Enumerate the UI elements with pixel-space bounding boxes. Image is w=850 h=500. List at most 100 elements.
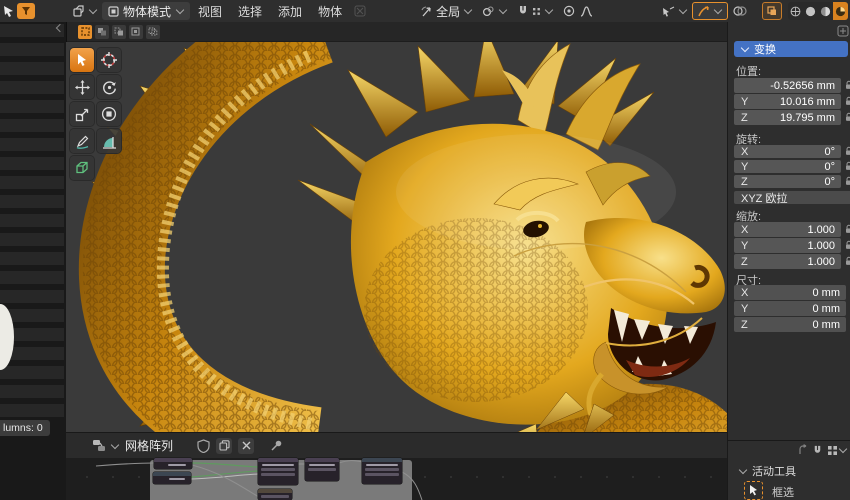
rotation-z-field[interactable]: Z 0° — [734, 175, 841, 188]
pin-icon[interactable] — [270, 439, 283, 452]
location-y-field[interactable]: Y 10.016 mm — [734, 94, 841, 109]
tool-annotate[interactable] — [70, 129, 94, 153]
rotation-mode-dropdown[interactable]: XYZ 欧拉 — [734, 191, 850, 205]
selectability-dropdown[interactable] — [657, 1, 692, 21]
menu-select[interactable]: 选择 — [230, 3, 270, 20]
add-cube-icon — [76, 161, 88, 174]
axis-label: Y — [741, 302, 749, 315]
left-panel-strip[interactable]: lumns: 0 — [0, 22, 67, 500]
shading-solid-button[interactable] — [803, 2, 818, 20]
select-mode-extend-button[interactable] — [95, 24, 109, 39]
back-arrow-icon[interactable] — [796, 444, 808, 456]
scale-icon — [75, 108, 88, 121]
menu-object[interactable]: 物体 — [310, 3, 350, 20]
lock-icon[interactable] — [845, 176, 850, 186]
rotation-y-value: 0° — [824, 160, 835, 173]
node-tree-name[interactable]: 网格阵列 — [125, 437, 173, 454]
pivot-point-dropdown[interactable] — [477, 1, 512, 21]
node-box[interactable] — [258, 489, 292, 500]
tool-move[interactable] — [70, 75, 94, 99]
panel-options-dropdown[interactable] — [827, 444, 848, 456]
location-z-field[interactable]: Z 19.795 mm — [734, 110, 841, 125]
lock-icon[interactable] — [845, 146, 850, 156]
select-mode-subtract-button[interactable] — [112, 24, 126, 39]
dimensions-x-field[interactable]: X 0 mm — [734, 285, 846, 300]
tool-select-box[interactable] — [70, 48, 94, 72]
dimensions-z-field[interactable]: Z 0 mm — [734, 317, 846, 332]
transform-panel-header[interactable]: 变换 — [734, 41, 848, 57]
editor-type-icon — [73, 4, 84, 17]
select-mode-set-button[interactable] — [78, 24, 92, 39]
chevron-down-icon — [838, 444, 848, 454]
lock-icon[interactable] — [845, 256, 850, 266]
columns-status: lumns: 0 — [0, 420, 50, 436]
lock-icon[interactable] — [845, 240, 850, 250]
location-z-value: 19.795 mm — [779, 111, 835, 124]
sidebar-tab-icon[interactable] — [837, 25, 849, 37]
viewport-3d[interactable] — [66, 42, 727, 432]
scale-y-value: 1.000 — [807, 239, 835, 252]
chevron-down-icon — [88, 5, 98, 15]
tool-transform[interactable] — [97, 102, 121, 126]
tool-cursor[interactable] — [97, 48, 121, 72]
rotation-x-field[interactable]: X 0° — [734, 145, 841, 158]
active-tool-panel: 活动工具 框选 — [727, 440, 850, 500]
node-editor-type-button[interactable] — [92, 436, 120, 456]
snap-magnet-icon[interactable] — [812, 445, 823, 456]
tool-rotate[interactable] — [97, 75, 121, 99]
menu-view[interactable]: 视图 — [190, 3, 230, 20]
overlays-icon — [733, 6, 747, 16]
dimensions-x-value: 0 mm — [812, 286, 841, 299]
gizmo-dim-icon — [354, 5, 366, 17]
scale-y-field[interactable]: Y 1.000 — [734, 238, 841, 253]
proportional-editing-button[interactable] — [558, 1, 580, 21]
active-tool-thumbnail[interactable] — [744, 481, 763, 500]
lock-icon[interactable] — [845, 112, 850, 122]
node-editor-canvas[interactable] — [66, 458, 727, 500]
shading-wireframe-button[interactable] — [788, 2, 803, 20]
node-box[interactable] — [258, 458, 298, 485]
lock-icon[interactable] — [845, 80, 850, 90]
unlink-button[interactable] — [238, 437, 255, 454]
lock-icon[interactable] — [845, 96, 850, 106]
falloff-curve-icon — [580, 5, 593, 17]
tool-scale[interactable] — [70, 102, 94, 126]
select-visibility-icon — [663, 6, 675, 17]
menu-add[interactable]: 添加 — [270, 3, 310, 20]
lock-icon[interactable] — [845, 161, 850, 171]
editor-type-button[interactable] — [67, 1, 102, 21]
location-x-field[interactable]: -0.52656 mm — [734, 78, 841, 93]
shading-material-button[interactable] — [818, 2, 833, 20]
select-mode-invert-button[interactable] — [129, 24, 143, 39]
xray-toggle[interactable] — [762, 2, 782, 20]
active-tool-header[interactable]: 活动工具 — [738, 463, 796, 479]
node-box[interactable] — [153, 472, 191, 484]
orientation-dropdown[interactable]: 全局 — [415, 1, 477, 21]
node-box[interactable] — [154, 458, 192, 469]
lock-icon[interactable] — [845, 224, 850, 234]
dimensions-y-field[interactable]: Y 0 mm — [734, 301, 846, 316]
filter-funnel-button[interactable] — [17, 3, 35, 19]
shading-rendered-button[interactable] — [833, 2, 848, 20]
new-copy-button[interactable] — [216, 437, 233, 454]
scale-z-field[interactable]: Z 1.000 — [734, 254, 841, 269]
select-mode-intersect-button[interactable] — [146, 24, 160, 39]
orientation-icon — [421, 5, 431, 16]
mode-dropdown[interactable]: 物体模式 — [102, 2, 191, 20]
scale-x-field[interactable]: X 1.000 — [734, 222, 841, 237]
node-editor-header: 网格阵列 — [66, 432, 727, 458]
scale-x-value: 1.000 — [807, 223, 835, 236]
node-box[interactable] — [305, 458, 339, 481]
overlays-dropdown[interactable] — [728, 1, 752, 21]
xray-icon — [767, 6, 776, 15]
dragon-render[interactable] — [66, 42, 727, 432]
snapping-dropdown[interactable] — [512, 1, 558, 21]
node-box[interactable] — [362, 458, 402, 484]
fake-user-shield-icon[interactable] — [197, 438, 210, 453]
tool-add-cube[interactable] — [70, 156, 94, 180]
gizmos-dropdown[interactable] — [692, 2, 728, 20]
rotation-y-field[interactable]: Y 0° — [734, 160, 841, 173]
falloff-dropdown[interactable] — [580, 1, 598, 21]
tool-measure[interactable] — [97, 129, 121, 153]
chevron-down-icon — [463, 5, 473, 15]
